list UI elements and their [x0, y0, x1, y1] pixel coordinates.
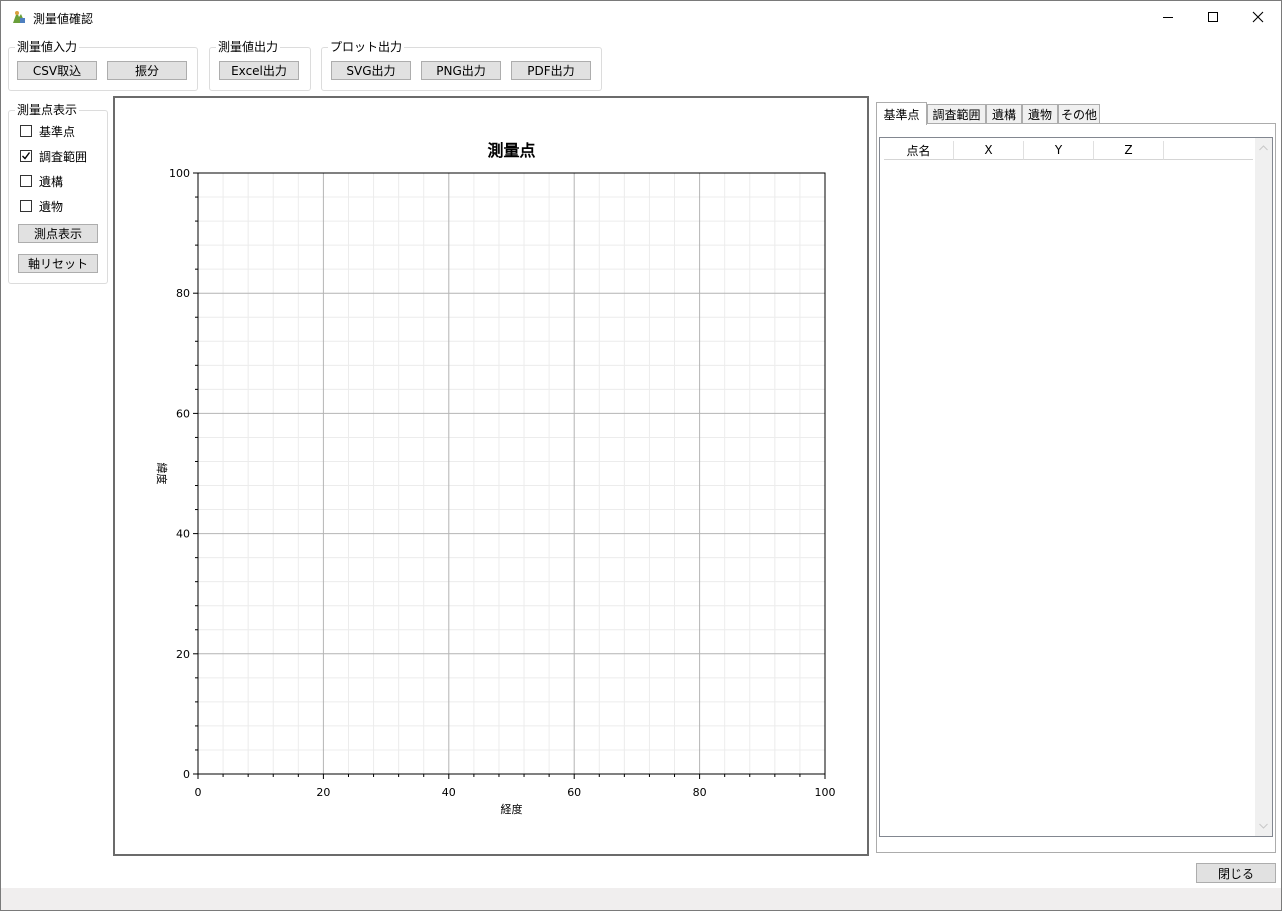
scatter-plot[interactable]: 0 20 40 60 80 100 0 20 40 60 80 100 測量点 経度 緯度 [115, 98, 867, 854]
x-tick-label: 0 [195, 786, 202, 799]
group-label: 測量値入力 [15, 40, 80, 54]
checkbox-label: 基準点 [39, 124, 76, 139]
x-tick-label: 80 [693, 786, 707, 799]
close-button[interactable]: 閉じる [1196, 863, 1276, 883]
x-tick-label: 40 [442, 786, 456, 799]
group-label: プロット出力 [328, 40, 405, 54]
minimize-icon [1163, 17, 1173, 18]
column-header-z[interactable]: Z [1094, 141, 1164, 160]
plot-panel[interactable]: 0 20 40 60 80 100 0 20 40 60 80 100 測量点 経度 緯度 [113, 96, 869, 856]
plot-area[interactable] [197, 172, 826, 775]
scroll-up-icon[interactable] [1255, 140, 1272, 157]
y-tick-label: 40 [176, 528, 190, 541]
window-title: 測量値確認 [33, 12, 94, 26]
app-icon [13, 11, 25, 23]
points-table[interactable]: 点名 X Y Z [879, 137, 1273, 837]
minimize-button[interactable] [1145, 2, 1191, 32]
checkbox-label: 調査範囲 [39, 149, 88, 164]
checkbox-box[interactable] [20, 150, 32, 162]
y-tick-label: 100 [169, 167, 190, 180]
csv-import-button[interactable]: CSV取込 [17, 61, 97, 80]
column-header-filler [1164, 141, 1253, 160]
title-bar[interactable]: 測量値確認 [1, 1, 1281, 33]
chart-title: 測量点 [487, 141, 535, 160]
y-tick-label: 0 [183, 768, 190, 781]
group-measurement-input: 測量値入力 CSV取込 振分 [8, 40, 198, 91]
checkbox-reference-point[interactable]: 基準点 [20, 123, 75, 139]
checkbox-survey-area[interactable]: 調査範囲 [20, 148, 87, 164]
distribute-button[interactable]: 振分 [107, 61, 187, 80]
maximize-button[interactable] [1190, 2, 1236, 32]
column-header-x[interactable]: X [954, 141, 1024, 160]
group-measurement-output: 測量値出力 Excel出力 [209, 40, 311, 91]
y-axis-label: 緯度 [155, 463, 169, 485]
x-tick-label: 60 [567, 786, 581, 799]
group-label: 測量値出力 [216, 40, 281, 54]
tab-other[interactable]: その他 [1058, 104, 1100, 124]
tab-reference-point[interactable]: 基準点 [876, 102, 927, 125]
group-label: 測量点表示 [15, 103, 80, 117]
x-axis-label: 経度 [501, 802, 523, 816]
y-tick-label: 80 [176, 287, 190, 300]
status-bar [1, 888, 1281, 910]
checkbox-box[interactable] [20, 200, 32, 212]
y-tick-label: 20 [176, 648, 190, 661]
checkbox-artifacts[interactable]: 遺物 [20, 198, 63, 214]
x-tick-label: 100 [815, 786, 836, 799]
png-export-button[interactable]: PNG出力 [421, 61, 501, 80]
tab-survey-area[interactable]: 調査範囲 [927, 104, 986, 124]
checkbox-box[interactable] [20, 175, 32, 187]
column-header-y[interactable]: Y [1024, 141, 1094, 160]
group-plot-output: プロット出力 SVG出力 PNG出力 PDF出力 [321, 40, 602, 91]
column-header-point-name[interactable]: 点名 [884, 141, 954, 160]
checkbox-box[interactable] [20, 125, 32, 137]
y-tick-label: 60 [176, 407, 190, 420]
tab-artifacts[interactable]: 遺物 [1022, 104, 1058, 124]
tab-remains[interactable]: 遺構 [986, 104, 1022, 124]
checkbox-remains[interactable]: 遺構 [20, 173, 63, 189]
maximize-icon [1208, 12, 1218, 22]
close-window-button[interactable] [1235, 2, 1281, 32]
show-points-button[interactable]: 測点表示 [18, 224, 98, 243]
x-tick-label: 20 [316, 786, 330, 799]
checkmark-icon [22, 152, 31, 160]
svg-export-button[interactable]: SVG出力 [331, 61, 411, 80]
excel-export-button[interactable]: Excel出力 [219, 61, 299, 80]
scroll-down-icon[interactable] [1255, 817, 1272, 834]
checkbox-label: 遺物 [39, 199, 64, 214]
checkbox-label: 遺構 [39, 174, 64, 189]
group-point-display: 測量点表示 基準点 調査範囲 遺構 遺物 測点表示 軸リセット [8, 103, 108, 284]
close-icon [1252, 11, 1264, 23]
pdf-export-button[interactable]: PDF出力 [511, 61, 591, 80]
vertical-scrollbar[interactable] [1255, 138, 1272, 836]
reset-axis-button[interactable]: 軸リセット [18, 254, 98, 273]
